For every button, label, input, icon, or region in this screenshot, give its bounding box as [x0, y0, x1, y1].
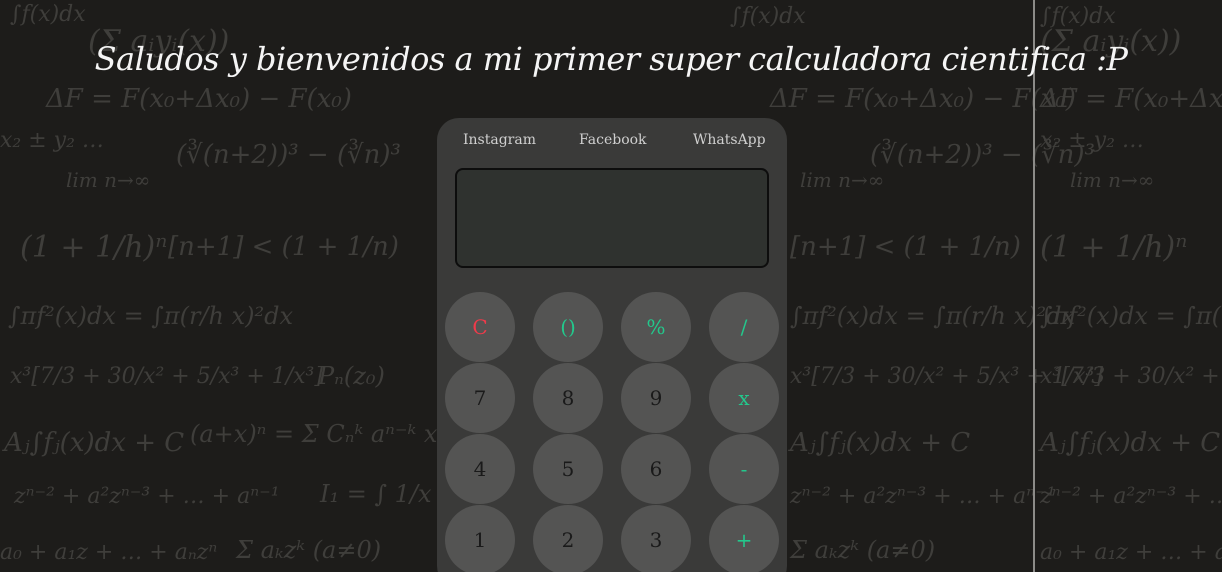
formula-text: (∛(n+2))³ − (∛n)³ [176, 140, 401, 170]
formula-text: Pₙ(z₀) [318, 362, 385, 390]
formula-text: zⁿ⁻² + a²zⁿ⁻³ + … + aⁿ⁻¹ [1040, 484, 1222, 509]
formula-text: (1 + 1/h)ⁿ [1040, 230, 1188, 265]
formula-text: Aⱼ∫fⱼ(x)dx + C [4, 428, 185, 458]
formula-text: lim n→∞ [800, 168, 885, 192]
formula-text: Aⱼ∫fⱼ(x)dx + C [1040, 428, 1221, 458]
formula-text: [n+1] < (1 + 1/n) [168, 232, 399, 262]
formula-text: zⁿ⁻² + a²zⁿ⁻³ + … + aⁿ⁻¹ [14, 484, 280, 509]
digit-8-button[interactable]: 8 [533, 363, 603, 433]
formula-text: x³[7/3 + 30/x² + 5/x³ + 1/x³] [10, 364, 323, 389]
formula-text: a₀ + a₁z + … + aₙzⁿ [1040, 540, 1222, 565]
digit-5-button[interactable]: 5 [533, 434, 603, 504]
calculator: Instagram Facebook WhatsApp C ()% / 7 8 9 x 4 5 6… [437, 118, 787, 572]
parentheses-button[interactable]: () [533, 292, 603, 362]
formula-text: I₁ = ∫ 1/x [320, 480, 432, 508]
formula-text: Aⱼ∫fⱼ(x)dx + C [790, 428, 971, 458]
digit-3-button[interactable]: 3 [621, 505, 691, 572]
digit-9-button[interactable]: 9 [621, 363, 691, 433]
formula-text: zⁿ⁻² + a²zⁿ⁻³ + … + aⁿ⁻¹ [790, 484, 1056, 509]
formula-text: lim n→∞ [1070, 168, 1155, 192]
formula-text: ΔF = F(x₀+Δx₀) − F(x₀) [770, 84, 1076, 114]
multiply-button[interactable]: x [709, 363, 779, 433]
digit-6-button[interactable]: 6 [621, 434, 691, 504]
digit-1-button[interactable]: 1 [445, 505, 515, 572]
formula-text: (1 + 1/h)ⁿ [20, 230, 168, 265]
formula-text: ΔF = F(x₀+Δx₀) − F(x₀) [1040, 84, 1222, 114]
formula-text: ΔF = F(x₀+Δx₀) − F(x₀) [46, 84, 352, 114]
page-title: Saludos y bienvenidos a mi primer super … [94, 40, 1128, 78]
formula-text: lim n→∞ [66, 168, 151, 192]
instagram-link[interactable]: Instagram [463, 132, 536, 148]
percent-button[interactable]: % [621, 292, 691, 362]
formula-text: a₀ + a₁z + … + aₙzⁿ [0, 540, 218, 565]
formula-text: x₂ ± y₂ … [1040, 128, 1144, 153]
subtract-button[interactable]: - [709, 434, 779, 504]
formula-text: x³[7/3 + 30/x² + 5/x³ + 1/x³] [1040, 364, 1222, 389]
clear-button[interactable]: C [445, 292, 515, 362]
formula-text: ∫f(x)dx [730, 4, 806, 29]
formula-text: ∫πf²(x)dx = ∫π(r/h x)²dx [8, 302, 294, 330]
vertical-divider [1033, 0, 1035, 572]
facebook-link[interactable]: Facebook [579, 132, 647, 148]
social-links: Instagram Facebook WhatsApp [437, 132, 787, 154]
formula-text: ∫f(x)dx [10, 2, 86, 27]
formula-text: x₂ ± y₂ … [0, 128, 104, 153]
calculator-display [455, 168, 769, 268]
formula-text: (a+x)ⁿ = Σ Cₙᵏ aⁿ⁻ᵏ xᵏ [190, 420, 447, 448]
formula-text: [n+1] < (1 + 1/n) [790, 232, 1021, 262]
add-button[interactable]: + [709, 505, 779, 572]
formula-text: Σ aₖzᵏ (a≠0) [790, 536, 936, 564]
formula-text: ∫πf²(x)dx = ∫π(r/h x)²dx [1040, 302, 1222, 330]
divide-button[interactable]: / [709, 292, 779, 362]
formula-text: Σ aₖzᵏ (a≠0) [236, 536, 382, 564]
digit-4-button[interactable]: 4 [445, 434, 515, 504]
digit-2-button[interactable]: 2 [533, 505, 603, 572]
digit-7-button[interactable]: 7 [445, 363, 515, 433]
whatsapp-link[interactable]: WhatsApp [693, 132, 766, 148]
